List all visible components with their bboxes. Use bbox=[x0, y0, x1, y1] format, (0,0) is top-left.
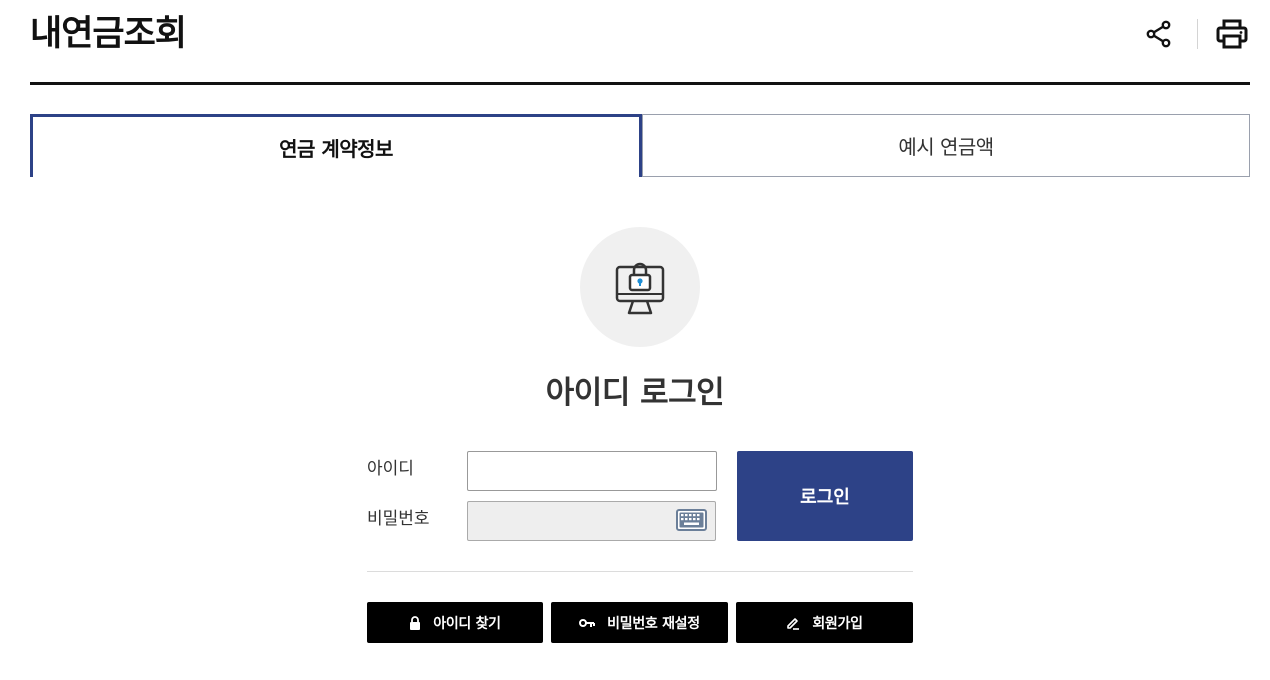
print-button[interactable] bbox=[1214, 16, 1250, 52]
virtual-keyboard-icon bbox=[676, 509, 707, 531]
virtual-keyboard-button[interactable] bbox=[676, 509, 707, 535]
reset-password-label: 비밀번호 재설정 bbox=[607, 615, 700, 632]
pen-icon bbox=[786, 616, 800, 630]
tab-contract-info[interactable]: 연금 계약정보 bbox=[30, 114, 642, 177]
password-label: 비밀번호 bbox=[367, 509, 430, 529]
sign-up-label: 회원가입 bbox=[812, 615, 863, 632]
share-button[interactable] bbox=[1141, 16, 1177, 52]
lock-icon bbox=[409, 615, 421, 630]
tab-bar: 연금 계약정보 예시 연금액 bbox=[30, 114, 1250, 177]
tab-example-pension[interactable]: 예시 연금액 bbox=[642, 114, 1250, 177]
header-tools bbox=[1141, 16, 1250, 52]
print-icon bbox=[1216, 19, 1248, 49]
find-id-button[interactable]: 아이디 찾기 bbox=[367, 602, 543, 643]
id-label: 아이디 bbox=[367, 459, 414, 479]
computer-lock-icon bbox=[615, 262, 665, 315]
page-title: 내연금조회 bbox=[30, 14, 187, 54]
title-divider bbox=[30, 82, 1250, 85]
login-title: 아이디 로그인 bbox=[545, 375, 725, 411]
reset-password-button[interactable]: 비밀번호 재설정 bbox=[551, 602, 728, 643]
key-icon bbox=[579, 618, 596, 628]
form-divider bbox=[367, 571, 913, 572]
id-input[interactable] bbox=[467, 451, 717, 491]
sign-up-button[interactable]: 회원가입 bbox=[736, 602, 913, 643]
share-icon bbox=[1146, 20, 1171, 48]
login-button[interactable]: 로그인 bbox=[737, 451, 913, 541]
find-id-label: 아이디 찾기 bbox=[433, 615, 501, 632]
toolbar-divider bbox=[1197, 19, 1198, 49]
login-illustration bbox=[580, 227, 700, 347]
